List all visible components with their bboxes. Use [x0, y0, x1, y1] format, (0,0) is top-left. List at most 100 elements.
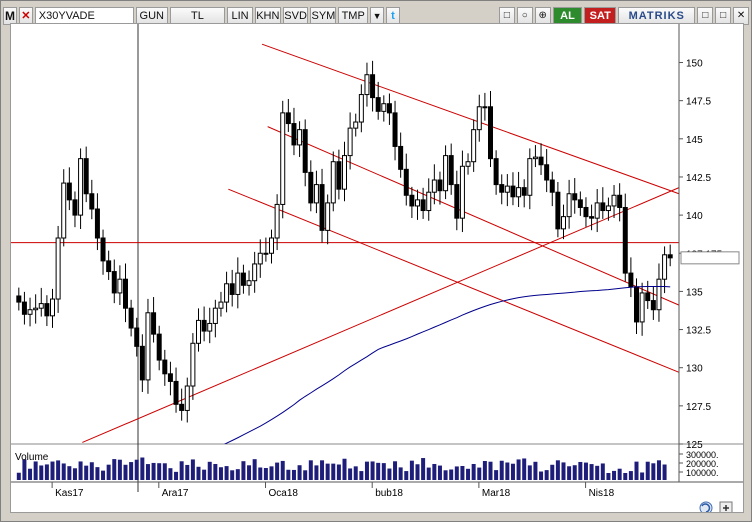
volume-bar	[331, 463, 336, 480]
volume-bar	[247, 465, 252, 480]
candle-body	[61, 182, 67, 239]
candle-body	[285, 112, 291, 125]
candle-body	[403, 168, 409, 196]
volume-bar	[544, 470, 549, 480]
candle-body	[123, 278, 128, 309]
candle-body	[426, 191, 432, 212]
volume-bar	[516, 459, 521, 480]
volume-bar	[39, 465, 44, 480]
candle-body	[572, 193, 578, 201]
volume-bar	[28, 468, 33, 480]
candle-body	[106, 260, 112, 273]
candle-body	[504, 185, 510, 193]
candle-body	[44, 303, 50, 317]
volume-bar	[72, 468, 77, 480]
reload-icon[interactable]	[699, 501, 713, 515]
volume-bar	[595, 465, 600, 480]
candle-body	[443, 155, 449, 192]
candle-body	[431, 179, 437, 193]
candle-body	[212, 307, 218, 324]
volume-bar	[578, 461, 583, 480]
price-axis: 125127.5130132.5135137.175140142.5145147…	[678, 24, 740, 482]
volume-bar	[533, 461, 538, 480]
volume-bar	[140, 457, 145, 480]
candle-body	[409, 194, 415, 207]
volume-bar	[471, 463, 476, 480]
volume-bar	[129, 462, 134, 480]
candle-body	[235, 272, 241, 295]
volume-bar	[218, 467, 223, 480]
candle-body	[342, 155, 347, 190]
volume-bar	[89, 462, 94, 480]
candle-body	[139, 345, 145, 381]
settings-icon[interactable]	[719, 501, 733, 515]
x-tick-label: Kas17	[55, 488, 84, 499]
volume-bar	[437, 465, 442, 480]
volume-bar	[50, 461, 55, 480]
volume-bar	[634, 461, 639, 480]
volume-bar	[494, 470, 499, 480]
volume-bar	[325, 463, 330, 480]
candle-body	[145, 312, 151, 381]
volume-bar	[443, 470, 448, 480]
candle-body	[465, 161, 471, 167]
volume-bar	[112, 459, 117, 480]
volume-bar	[398, 467, 403, 480]
candle-body	[257, 252, 263, 265]
volume-bar	[409, 460, 414, 480]
volume-bar	[510, 463, 515, 480]
volume-bar	[78, 461, 83, 480]
last-price-box	[680, 251, 740, 265]
candle-body	[454, 184, 460, 219]
volume-bar	[600, 463, 605, 480]
volume-bar	[589, 464, 594, 480]
candle-body	[240, 272, 246, 286]
volume-bar	[359, 471, 364, 480]
trendline	[82, 187, 680, 443]
candle-body	[347, 127, 353, 157]
candle-body	[313, 184, 319, 204]
volume-bar	[213, 463, 218, 480]
candle-body	[544, 164, 550, 181]
candle-body	[297, 129, 303, 146]
volume-bar	[561, 462, 566, 480]
volume-bar	[376, 462, 381, 480]
candle-body	[33, 307, 39, 311]
candle-body	[493, 158, 499, 186]
y-tick-label: 145	[686, 135, 703, 146]
x-tick-label: Nis18	[589, 488, 615, 499]
volume-bar	[61, 463, 66, 480]
volume-bar	[550, 464, 555, 480]
candle-body	[184, 385, 190, 411]
candle-body	[617, 194, 623, 208]
volume-bar	[342, 458, 347, 480]
x-tick-label: Mar18	[482, 488, 511, 499]
y-tick-label: 132.5	[686, 326, 711, 337]
candle-body	[488, 106, 493, 160]
volume-bar	[56, 460, 61, 480]
candle-body	[252, 263, 258, 282]
price-chart[interactable]: 125127.5130132.5135137.175140142.5145147…	[11, 24, 743, 515]
volume-bar	[117, 459, 122, 480]
y-tick-label: 147.5	[686, 97, 711, 108]
candle-body	[527, 158, 533, 196]
volume-bar	[348, 468, 353, 480]
candle-body	[246, 280, 252, 286]
volume-bar	[202, 469, 207, 480]
candle-body	[364, 74, 370, 96]
candle-body	[538, 156, 544, 166]
candle-body	[662, 254, 668, 280]
candle-body	[370, 74, 376, 99]
candle-body	[162, 359, 168, 375]
candle-body	[555, 191, 561, 230]
app-window: M ✕ X30YVADE GUN TL LIN KHN SVD SYM TMP …	[0, 0, 752, 522]
candle-body	[55, 237, 61, 300]
candle-body	[510, 185, 516, 198]
candle-body	[398, 145, 404, 170]
volume-bar	[651, 463, 656, 480]
candle-body	[21, 301, 27, 315]
chart-area[interactable]: 125127.5130132.5135137.175140142.5145147…	[10, 23, 744, 515]
volume-bar	[555, 460, 560, 480]
volume-bar	[628, 471, 633, 480]
volume-bar	[421, 458, 426, 480]
